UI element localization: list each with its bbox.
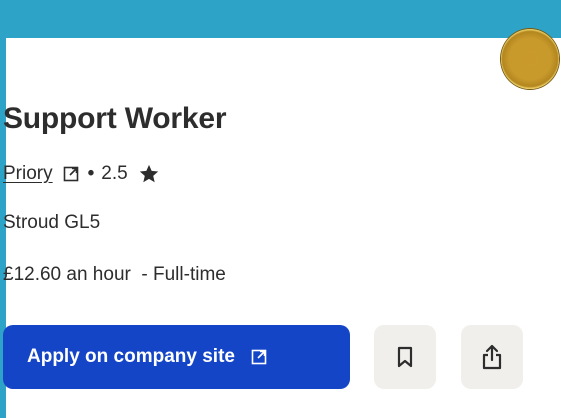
salary-row: £12.60 an hour - Full-time [3,264,226,286]
share-icon [482,344,502,370]
company-row: Priory • 2.5 [3,163,160,185]
external-link-icon[interactable] [63,166,79,182]
company-link[interactable]: Priory [3,163,53,185]
share-button[interactable] [461,325,523,389]
job-type: - Full-time [130,264,226,285]
separator-dot: • [87,163,95,184]
job-location: Stroud GL5 [3,212,101,233]
star-icon [139,164,158,183]
apply-button-label: Apply on company site [27,346,235,367]
save-job-button[interactable] [374,325,436,389]
apply-button[interactable]: Apply on company site [3,325,350,389]
salary: £12.60 an hour [3,264,131,285]
bookmark-icon [397,346,413,368]
company-rating: 2.5 [101,163,128,184]
external-link-icon [251,349,267,365]
gold-coin-icon [501,29,559,89]
job-title: Support Worker [3,102,227,135]
